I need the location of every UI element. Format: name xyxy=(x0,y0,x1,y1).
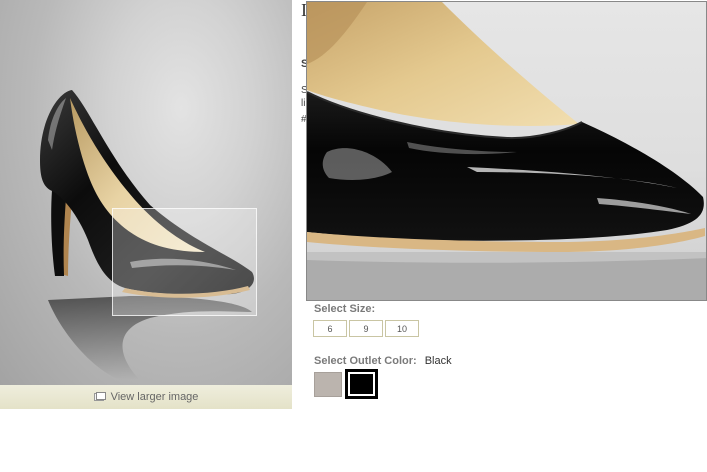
color-swatches xyxy=(314,370,377,398)
pump-shoe-image xyxy=(40,90,254,380)
zoom-lens[interactable] xyxy=(112,208,257,316)
size-option-6[interactable]: 6 xyxy=(313,320,347,337)
size-option-9[interactable]: 9 xyxy=(349,320,383,337)
size-option-10[interactable]: 10 xyxy=(385,320,419,337)
view-larger-image-label: View larger image xyxy=(110,391,199,403)
color-swatch-black[interactable] xyxy=(346,370,377,398)
color-swatch-taupe[interactable] xyxy=(314,372,342,397)
size-options: 6 9 10 xyxy=(313,320,419,337)
select-size-label: Select Size: xyxy=(314,303,376,315)
color-selection: Select Outlet Color: Black xyxy=(314,355,452,367)
product-main-image[interactable] xyxy=(0,0,292,385)
view-larger-image-link[interactable]: View larger image xyxy=(0,385,292,409)
select-color-label: Select Outlet Color: xyxy=(314,355,417,367)
zoom-window xyxy=(306,1,707,301)
enlarge-icon xyxy=(93,392,106,401)
zoomed-shoe-image xyxy=(307,2,706,300)
product-page: I S S li # View larger image Select Size… xyxy=(0,0,707,472)
product-detail-peek: li xyxy=(301,98,306,109)
selected-color-value: Black xyxy=(424,355,452,367)
